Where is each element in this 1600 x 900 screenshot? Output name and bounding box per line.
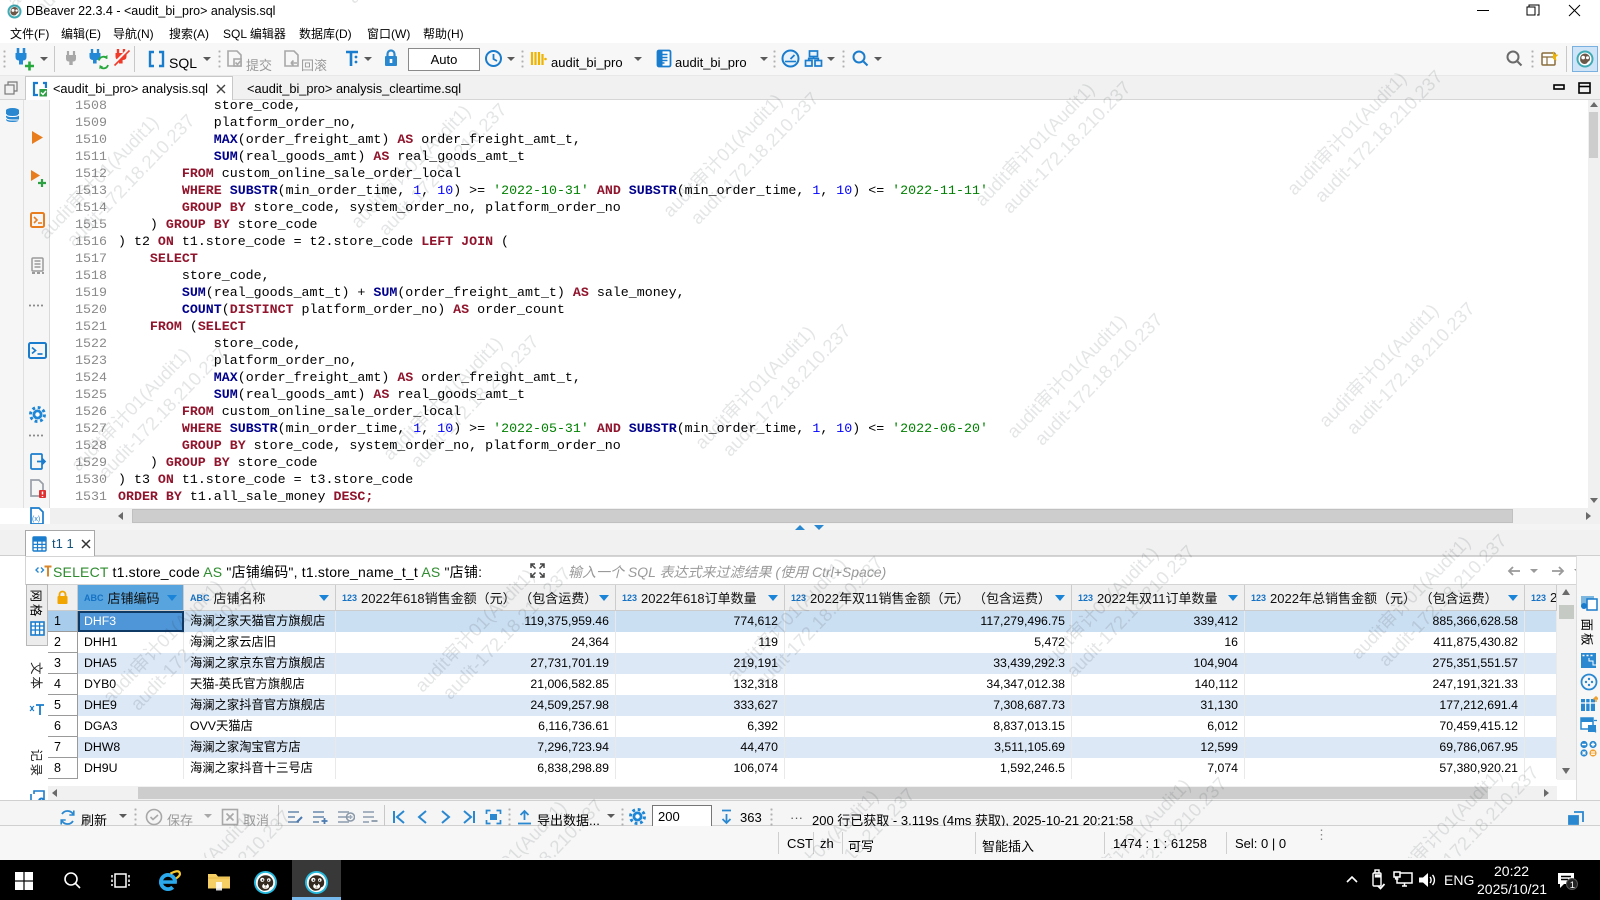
svg-text:(x): (x) [32,516,40,523]
svg-text:1: 1 [1570,880,1575,891]
